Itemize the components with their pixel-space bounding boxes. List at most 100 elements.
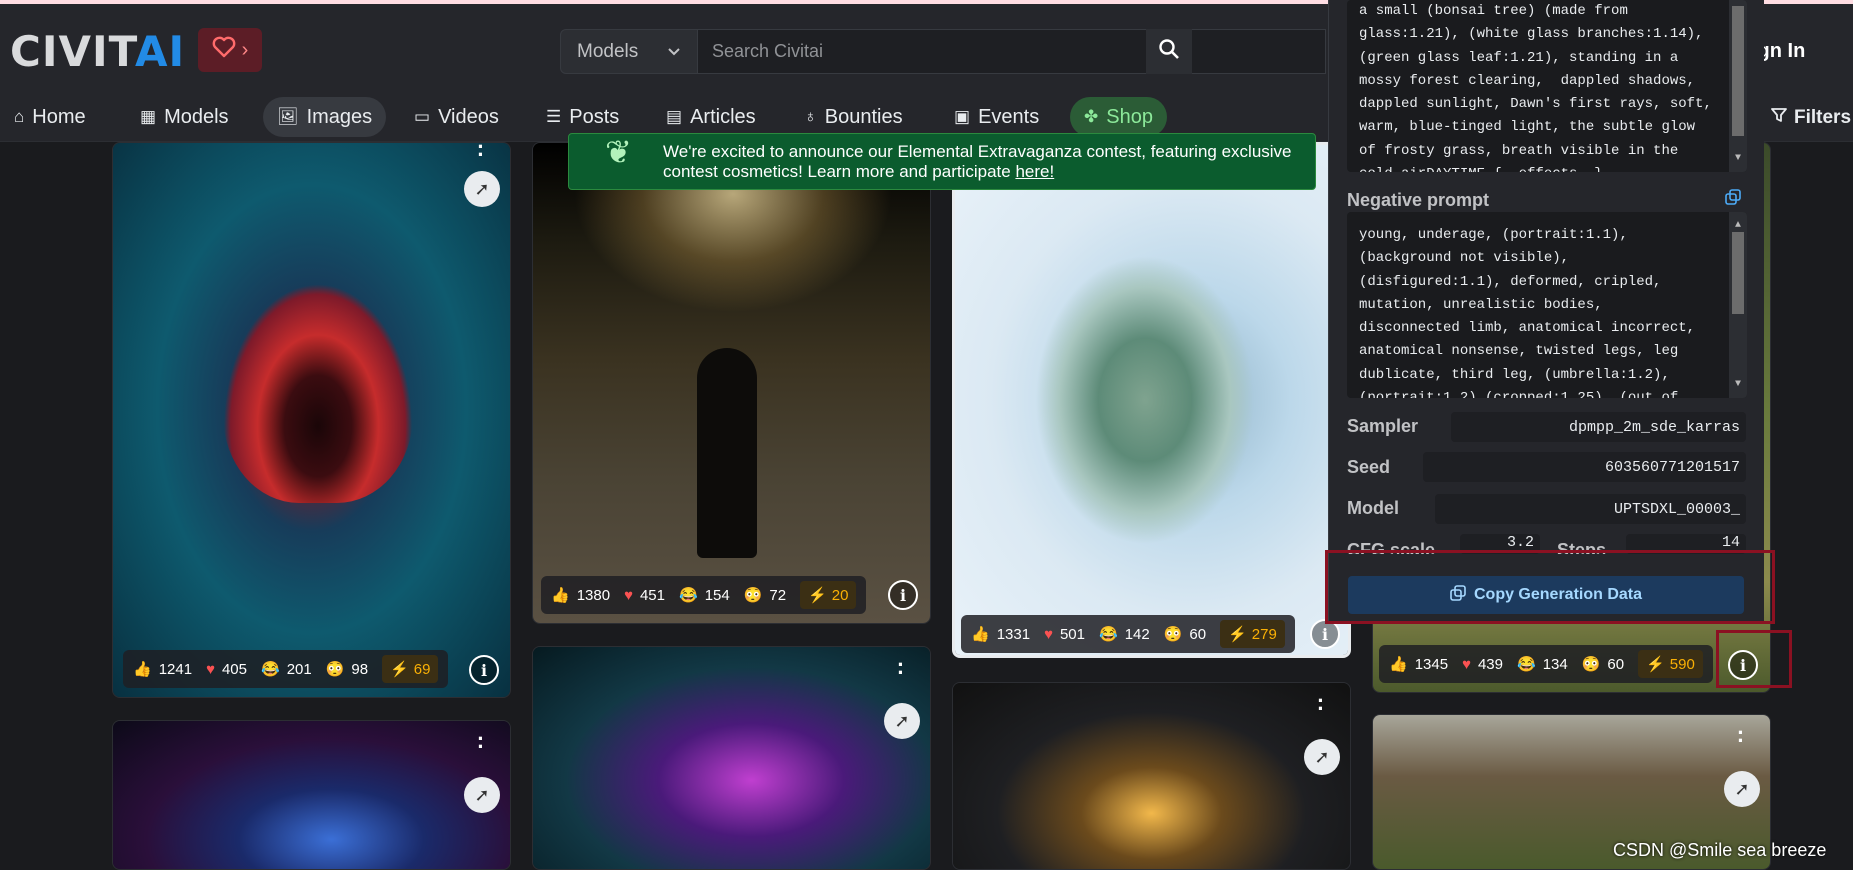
scroll-down-icon[interactable]: ▼ bbox=[1729, 373, 1747, 396]
civitai-logo[interactable]: CIVITAI bbox=[10, 28, 185, 76]
image-card[interactable]: · · ➚ bbox=[532, 646, 931, 870]
info-icon[interactable]: i bbox=[888, 580, 918, 610]
support-button[interactable]: › bbox=[198, 28, 262, 72]
nav-bounties[interactable]: ♁ Bounties bbox=[790, 97, 917, 137]
buzz-tip[interactable]: ⚡ 20 bbox=[800, 581, 857, 609]
cry-count: 72 bbox=[769, 586, 787, 604]
video-icon: ▭ bbox=[414, 107, 431, 126]
laugh-stat[interactable]: 😂 142 bbox=[1099, 625, 1150, 644]
generation-data-panel: a small (bonsai tree) (made from glass:1… bbox=[1328, 0, 1764, 622]
laugh-stat[interactable]: 😂 134 bbox=[1517, 655, 1568, 674]
scrollbar-thumb[interactable] bbox=[1732, 232, 1744, 314]
heart-stat[interactable]: ♥ 439 bbox=[1462, 656, 1503, 673]
image-card[interactable]: · · ➚ bbox=[112, 720, 511, 870]
more-options-icon[interactable]: · · bbox=[896, 654, 906, 684]
nav-images[interactable]: 🖼 Images bbox=[263, 97, 387, 137]
contest-banner: ❦ We're excited to announce our Elementa… bbox=[568, 133, 1316, 190]
image-card[interactable]: 👍 1380 ♥ 451 😂 154 😳 72 ⚡ 20 i bbox=[532, 142, 931, 624]
heart-count: 501 bbox=[1059, 625, 1085, 643]
laugh-icon: 😂 bbox=[1517, 656, 1536, 673]
buzz-tip[interactable]: ⚡ 69 bbox=[382, 655, 439, 683]
reaction-stats: 👍 1380 ♥ 451 😂 154 😳 72 ⚡ 20 bbox=[541, 576, 867, 614]
like-stat[interactable]: 👍 1345 bbox=[1389, 655, 1448, 674]
nav-articles[interactable]: ▤ Articles bbox=[652, 97, 770, 137]
thumbs-up-icon: 👍 bbox=[551, 587, 570, 604]
laugh-count: 154 bbox=[704, 586, 730, 604]
filters-label: Filters bbox=[1794, 107, 1852, 128]
filters-button[interactable]: Filters bbox=[1770, 106, 1851, 130]
scrollbar[interactable]: ▼ bbox=[1729, 0, 1747, 172]
filter-icon bbox=[1770, 106, 1788, 130]
search-icon bbox=[1158, 38, 1180, 65]
remix-rocket-icon[interactable]: ➚ bbox=[1304, 739, 1340, 775]
watermark-text: CSDN @Smile sea breeze bbox=[1613, 840, 1827, 860]
banner-text: We're excited to announce our Elemental … bbox=[663, 142, 1292, 181]
card-image-detail bbox=[1035, 255, 1255, 545]
search-button[interactable] bbox=[1146, 29, 1192, 74]
laugh-stat[interactable]: 😂 201 bbox=[261, 660, 312, 679]
like-stat[interactable]: 👍 1331 bbox=[971, 625, 1030, 644]
more-options-icon[interactable]: · · bbox=[1316, 690, 1326, 720]
cry-count: 60 bbox=[1607, 655, 1625, 673]
image-card[interactable]: 👍 1331 ♥ 501 😂 142 😳 60 ⚡ 279 i bbox=[952, 142, 1351, 658]
heart-stat[interactable]: ♥ 405 bbox=[206, 661, 247, 678]
cry-stat[interactable]: 😳 98 bbox=[326, 660, 368, 679]
like-stat[interactable]: 👍 1380 bbox=[551, 586, 610, 605]
buzz-count: 20 bbox=[831, 586, 849, 604]
image-card[interactable]: · · ➚ bbox=[952, 682, 1351, 870]
more-options-icon[interactable]: · · bbox=[476, 143, 486, 166]
laugh-icon: 😂 bbox=[1099, 626, 1118, 643]
nav-events[interactable]: ▣ Events bbox=[940, 97, 1053, 137]
cry-stat[interactable]: 😳 60 bbox=[1164, 625, 1206, 644]
nav-posts[interactable]: ☰ Posts bbox=[532, 97, 633, 137]
calendar-icon: ▣ bbox=[954, 107, 971, 126]
negative-prompt-text: young, underage, (portrait:1.1), (backgr… bbox=[1359, 227, 1696, 398]
bolt-icon: ⚡ bbox=[1228, 626, 1247, 643]
heart-count: 451 bbox=[639, 586, 665, 604]
cry-stat[interactable]: 😳 72 bbox=[744, 586, 787, 605]
search-bar: Models Search Civitai / bbox=[560, 29, 1416, 74]
moneybag-icon: ♁ bbox=[804, 107, 817, 126]
nav-shop[interactable]: ✤ Shop bbox=[1070, 97, 1167, 137]
remix-rocket-icon[interactable]: ➚ bbox=[1724, 771, 1760, 807]
heart-count: 439 bbox=[1477, 655, 1503, 673]
nav-home[interactable]: ⌂ Home bbox=[0, 97, 100, 137]
copy-icon[interactable] bbox=[1725, 189, 1743, 207]
remix-rocket-icon[interactable]: ➚ bbox=[464, 171, 500, 207]
layers-icon: ☰ bbox=[546, 107, 562, 126]
like-stat[interactable]: 👍 1241 bbox=[133, 660, 192, 679]
search-input[interactable]: Search Civitai / bbox=[698, 29, 1416, 74]
clover-icon: ✤ bbox=[1084, 107, 1099, 126]
image-card[interactable]: · · ➚ 👍 1241 ♥ 405 😂 201 😳 98 ⚡ 69 i bbox=[112, 142, 511, 698]
laugh-count: 201 bbox=[286, 660, 312, 678]
heart-stat[interactable]: ♥ 451 bbox=[624, 587, 665, 604]
info-icon[interactable]: i bbox=[469, 655, 499, 685]
home-icon: ⌂ bbox=[14, 107, 25, 126]
negative-prompt-textbox[interactable]: young, underage, (portrait:1.1), (backgr… bbox=[1347, 212, 1747, 398]
more-options-icon[interactable]: · · bbox=[1736, 722, 1746, 752]
buzz-tip[interactable]: ⚡ 590 bbox=[1638, 650, 1703, 678]
remix-rocket-icon[interactable]: ➚ bbox=[884, 703, 920, 739]
scroll-down-icon[interactable]: ▼ bbox=[1729, 147, 1747, 170]
search-scope-select[interactable]: Models bbox=[560, 29, 698, 74]
buzz-tip[interactable]: ⚡ 279 bbox=[1220, 620, 1285, 648]
grid-icon: ▦ bbox=[140, 107, 157, 126]
highlight-box-copy bbox=[1325, 550, 1775, 624]
thumbs-up-icon: 👍 bbox=[971, 626, 990, 643]
scrollbar[interactable]: ▲ ▼ bbox=[1729, 212, 1747, 398]
prompt-textbox[interactable]: a small (bonsai tree) (made from glass:1… bbox=[1347, 0, 1747, 172]
sampler-value: dpmpp_2m_sde_karras bbox=[1451, 412, 1746, 442]
scrollbar-thumb[interactable] bbox=[1732, 6, 1744, 136]
nav-label: Events bbox=[978, 105, 1040, 128]
banner-link[interactable]: here! bbox=[1015, 162, 1054, 181]
more-options-icon[interactable]: · · bbox=[476, 728, 486, 758]
card-image bbox=[953, 683, 1350, 869]
nav-models[interactable]: ▦ Models bbox=[126, 97, 243, 137]
remix-rocket-icon[interactable]: ➚ bbox=[464, 777, 500, 813]
cry-stat[interactable]: 😳 60 bbox=[1581, 655, 1625, 674]
nav-videos[interactable]: ▭ Videos bbox=[400, 97, 513, 137]
heart-stat[interactable]: ♥ 501 bbox=[1044, 626, 1085, 643]
laugh-stat[interactable]: 😂 154 bbox=[679, 586, 730, 605]
cry-icon: 😳 bbox=[1581, 656, 1601, 673]
model-value: UPTSDXL_00003_ bbox=[1435, 494, 1746, 524]
